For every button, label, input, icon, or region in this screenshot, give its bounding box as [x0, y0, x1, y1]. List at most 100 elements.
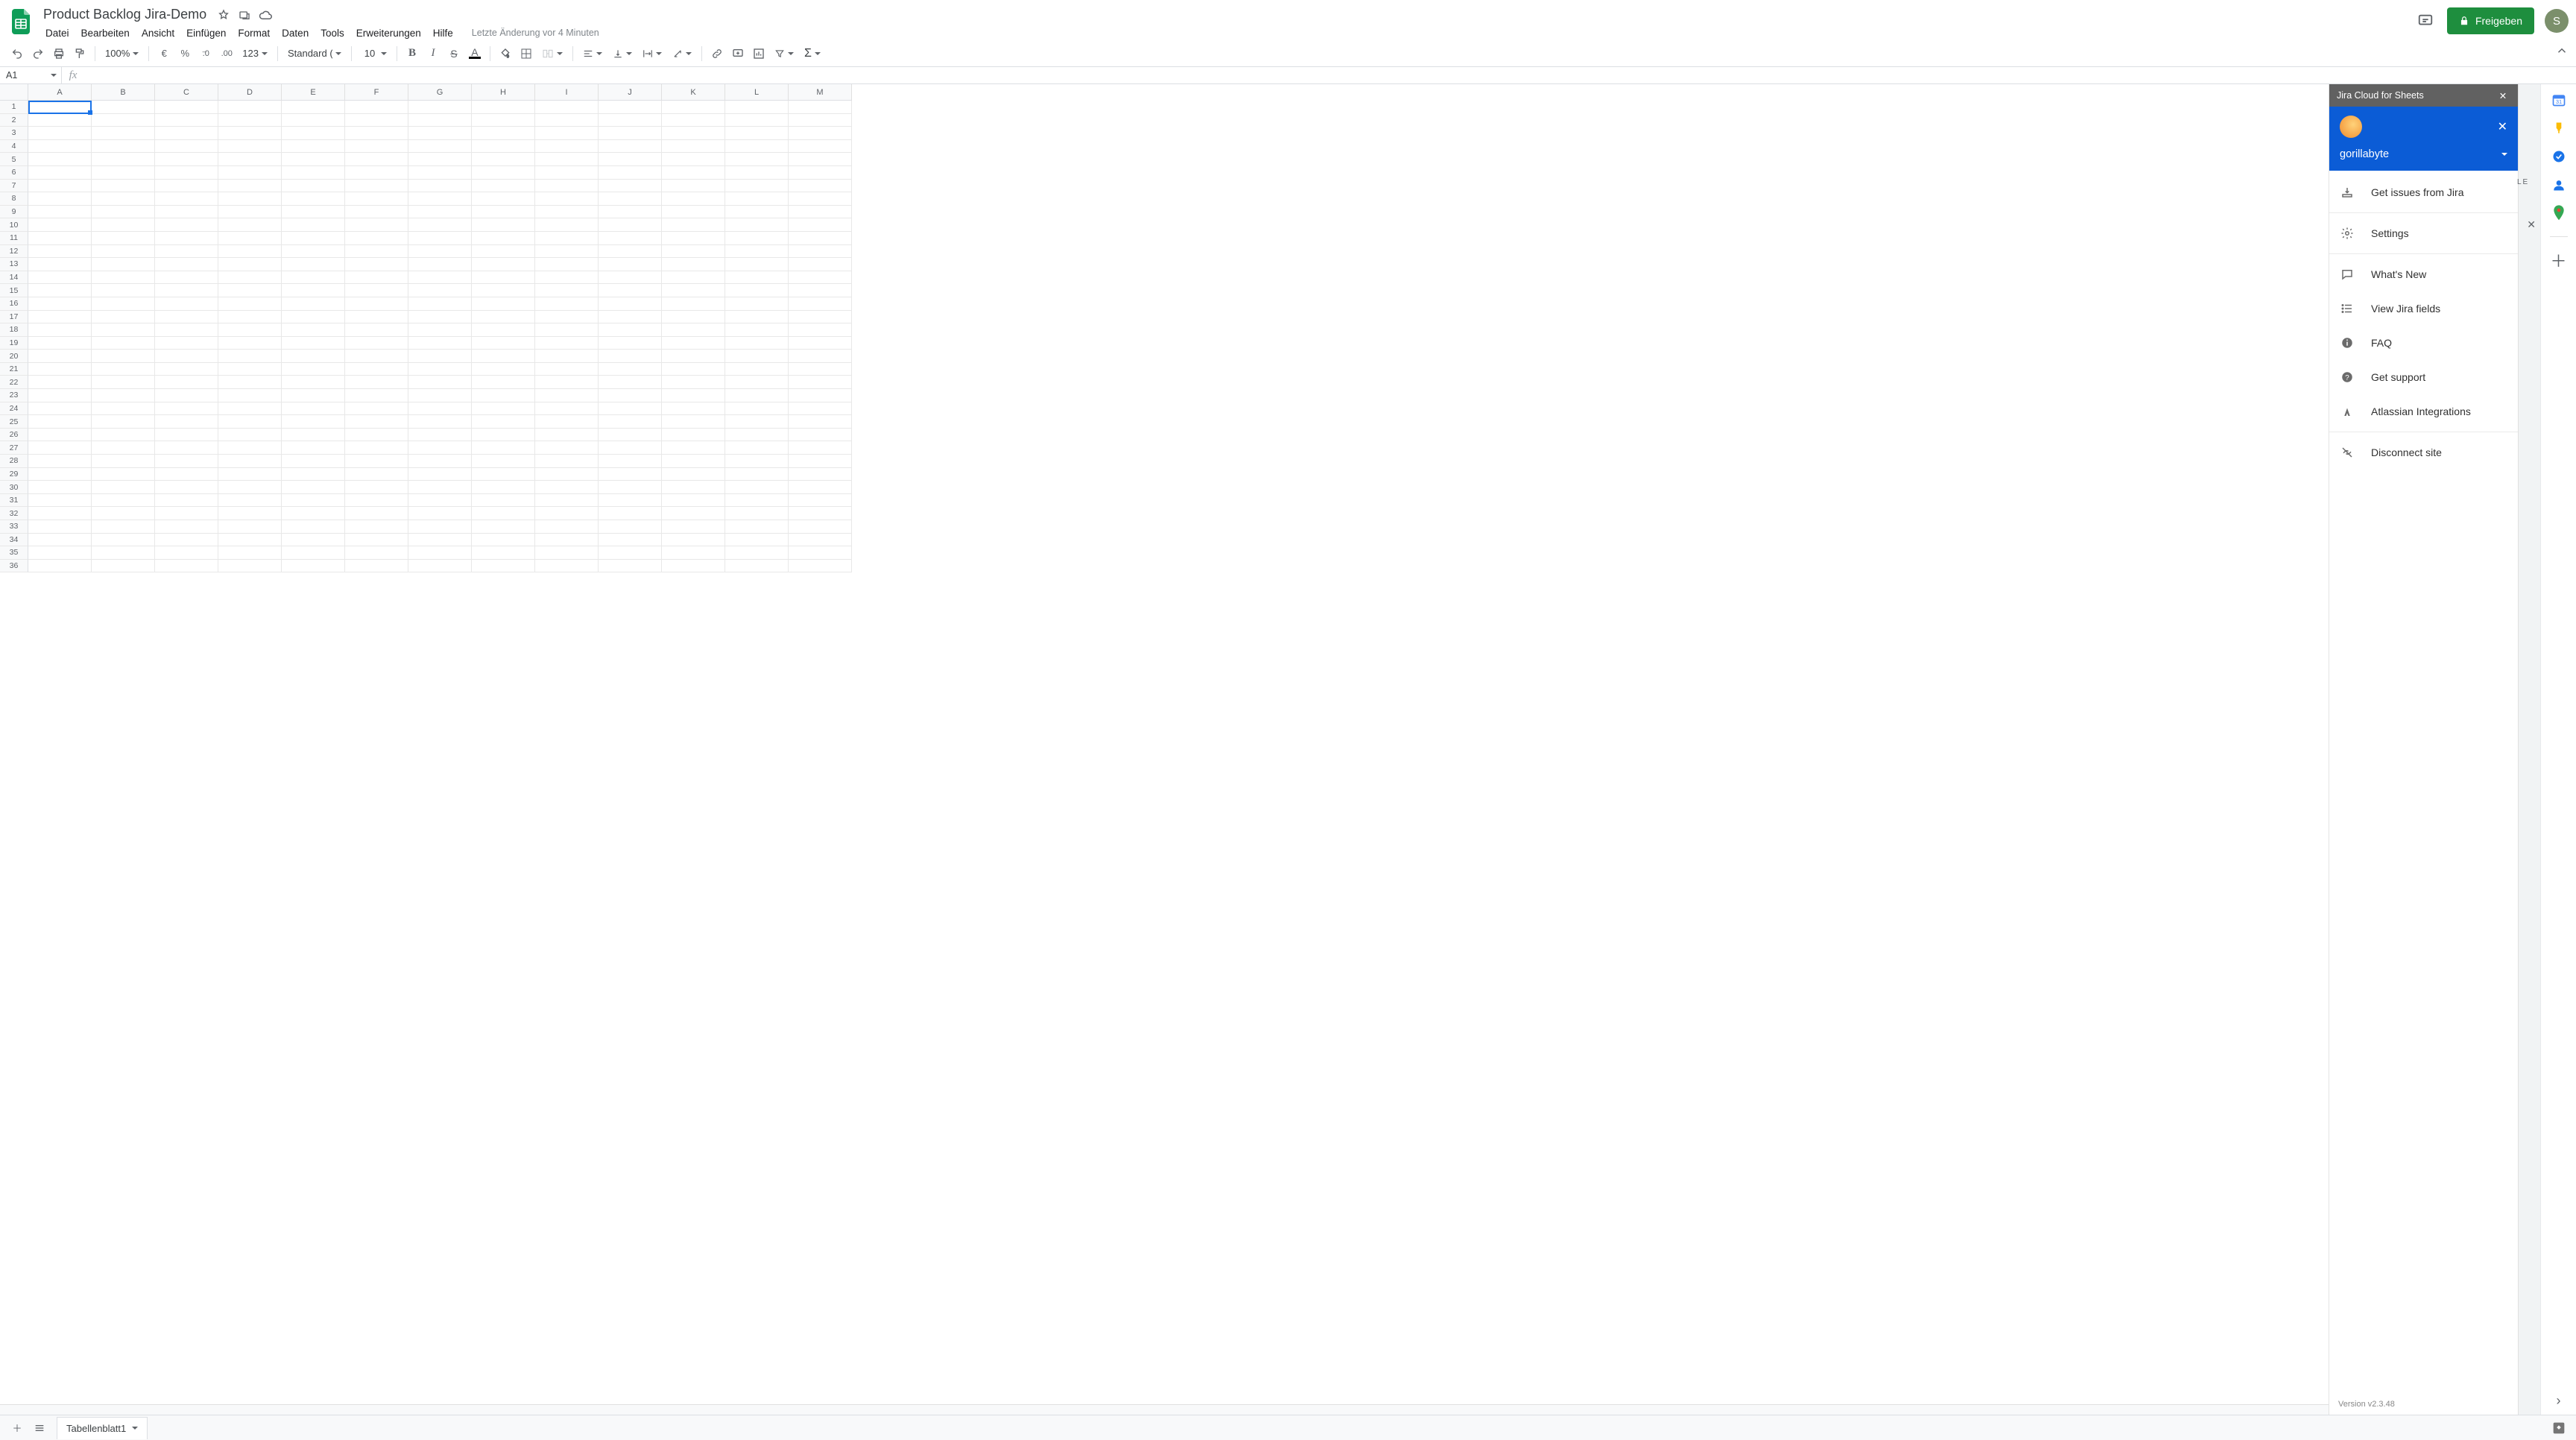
cell[interactable] [599, 245, 662, 259]
cell[interactable] [218, 127, 282, 140]
cell[interactable] [282, 546, 345, 560]
cell[interactable] [662, 337, 725, 350]
cell[interactable] [408, 101, 472, 114]
row-header[interactable]: 15 [0, 284, 28, 297]
cell[interactable] [218, 297, 282, 311]
cell[interactable] [92, 153, 155, 166]
cell[interactable] [662, 520, 725, 534]
row-header[interactable]: 19 [0, 337, 28, 350]
col-header[interactable]: G [408, 84, 472, 101]
cell[interactable] [472, 546, 535, 560]
cell[interactable] [662, 534, 725, 547]
cell[interactable] [345, 429, 408, 442]
cell[interactable] [725, 206, 789, 219]
cell[interactable] [218, 389, 282, 402]
select-all-corner[interactable] [0, 84, 28, 101]
cell[interactable] [92, 101, 155, 114]
cell[interactable] [535, 232, 599, 245]
explore-button[interactable] [2548, 1417, 2570, 1439]
add-addon-button[interactable]: ＋ [2551, 252, 2567, 268]
cell[interactable] [155, 192, 218, 206]
collapse-toolbar-button[interactable] [2555, 44, 2569, 57]
cell[interactable] [408, 402, 472, 416]
cell[interactable] [789, 468, 852, 481]
row-header[interactable]: 10 [0, 218, 28, 232]
cell[interactable] [535, 363, 599, 376]
cell[interactable] [662, 560, 725, 573]
cell[interactable] [662, 494, 725, 508]
cell[interactable] [599, 402, 662, 416]
cell[interactable] [282, 455, 345, 468]
cell[interactable] [345, 153, 408, 166]
jira-site-selector[interactable]: gorillabyte [2340, 138, 2507, 171]
cell[interactable] [408, 389, 472, 402]
cell[interactable] [789, 297, 852, 311]
cell[interactable] [599, 376, 662, 389]
cell[interactable] [282, 311, 345, 324]
cell[interactable] [155, 494, 218, 508]
cell[interactable] [472, 101, 535, 114]
cell[interactable] [662, 389, 725, 402]
cell[interactable] [28, 218, 92, 232]
cell[interactable] [535, 337, 599, 350]
cell[interactable] [472, 192, 535, 206]
cell[interactable] [408, 376, 472, 389]
cell[interactable] [535, 546, 599, 560]
cell[interactable] [725, 258, 789, 271]
cell[interactable] [662, 350, 725, 363]
redo-button[interactable] [28, 44, 48, 63]
jira-settings[interactable]: Settings [2329, 216, 2518, 250]
row-header[interactable]: 3 [0, 127, 28, 140]
cell[interactable] [282, 232, 345, 245]
cell[interactable] [408, 206, 472, 219]
cell[interactable] [472, 337, 535, 350]
cell[interactable] [472, 507, 535, 520]
borders-button[interactable] [517, 44, 536, 63]
cell[interactable] [789, 441, 852, 455]
cell[interactable] [662, 166, 725, 180]
cell[interactable] [725, 481, 789, 494]
cell[interactable] [662, 402, 725, 416]
cell[interactable] [408, 481, 472, 494]
cell[interactable] [155, 271, 218, 285]
cell[interactable] [155, 546, 218, 560]
cell[interactable] [155, 232, 218, 245]
cell[interactable] [789, 114, 852, 127]
menu-tools[interactable]: Tools [315, 25, 350, 42]
cell[interactable] [92, 363, 155, 376]
cell[interactable] [282, 494, 345, 508]
cell[interactable] [535, 389, 599, 402]
cell[interactable] [282, 101, 345, 114]
cell[interactable] [725, 218, 789, 232]
h-align-dropdown[interactable] [578, 44, 607, 63]
cell[interactable] [92, 546, 155, 560]
cell[interactable] [28, 192, 92, 206]
cell[interactable] [345, 494, 408, 508]
cell[interactable] [155, 481, 218, 494]
row-header[interactable]: 5 [0, 153, 28, 166]
cell[interactable] [218, 258, 282, 271]
cell[interactable] [345, 468, 408, 481]
row-header[interactable]: 36 [0, 560, 28, 573]
cell[interactable] [282, 206, 345, 219]
row-header[interactable]: 22 [0, 376, 28, 389]
cell[interactable] [92, 389, 155, 402]
cell[interactable] [725, 468, 789, 481]
cell[interactable] [599, 546, 662, 560]
cell[interactable] [599, 481, 662, 494]
cell[interactable] [599, 337, 662, 350]
cell[interactable] [535, 520, 599, 534]
cell[interactable] [218, 180, 282, 193]
paint-format-button[interactable] [70, 44, 89, 63]
cell[interactable] [535, 192, 599, 206]
decrease-decimal-button[interactable]: .0_ [196, 44, 215, 63]
cell[interactable] [92, 311, 155, 324]
cell[interactable] [472, 402, 535, 416]
cell[interactable] [472, 415, 535, 429]
cell[interactable] [92, 441, 155, 455]
cell[interactable] [155, 429, 218, 442]
cell[interactable] [28, 350, 92, 363]
cell[interactable] [218, 271, 282, 285]
cell[interactable] [408, 166, 472, 180]
keep-icon[interactable] [2551, 120, 2567, 136]
